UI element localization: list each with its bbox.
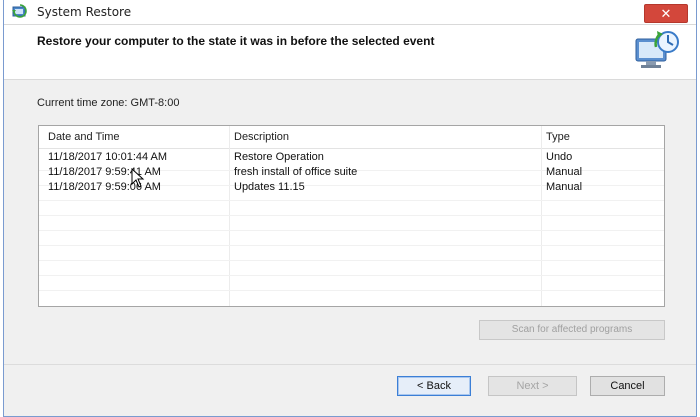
title-bar[interactable]: System Restore ✕	[4, 0, 696, 25]
row-description: Restore Operation	[234, 151, 324, 163]
timezone-label: Current time zone: GMT-8:00	[37, 97, 180, 109]
restore-points-list[interactable]: Date and Time Description Type 11/18/201…	[38, 125, 665, 307]
close-button[interactable]: ✕	[644, 4, 688, 23]
grid-line	[39, 260, 664, 261]
scan-affected-programs-button[interactable]: Scan for affected programs	[479, 320, 665, 340]
next-button[interactable]: Next >	[488, 376, 577, 396]
column-header-description[interactable]: Description	[234, 131, 289, 143]
table-row[interactable]: 11/18/2017 10:01:44 AM Restore Operation…	[39, 151, 664, 166]
page-heading: Restore your computer to the state it wa…	[37, 34, 435, 48]
system-restore-window: System Restore ✕ Restore your computer t…	[3, 0, 697, 417]
close-icon: ✕	[660, 6, 672, 21]
grid-line	[39, 290, 664, 291]
row-datetime: 11/18/2017 10:01:44 AM	[48, 151, 168, 163]
row-type: Manual	[546, 166, 583, 178]
window-title: System Restore	[37, 5, 132, 19]
grid-line	[39, 245, 664, 246]
grid-line	[39, 230, 664, 231]
system-restore-icon	[12, 4, 27, 18]
grid-line	[39, 275, 664, 276]
row-description: fresh install of office suite	[234, 166, 358, 178]
back-button[interactable]: < Back	[397, 376, 471, 396]
row-description: Updates 11.15	[234, 181, 305, 193]
column-header-type[interactable]: Type	[546, 131, 570, 143]
restore-computer-icon	[635, 31, 679, 68]
footer-divider	[4, 364, 696, 365]
mouse-cursor-icon	[131, 168, 145, 188]
grid-line	[39, 215, 664, 216]
row-type: Undo	[546, 151, 573, 163]
row-type: Manual	[546, 181, 583, 193]
header-panel: Restore your computer to the state it wa…	[4, 25, 696, 80]
grid-line	[39, 200, 664, 201]
cancel-button[interactable]: Cancel	[590, 376, 665, 396]
list-header: Date and Time Description Type	[39, 126, 664, 149]
column-header-date[interactable]: Date and Time	[48, 131, 120, 143]
